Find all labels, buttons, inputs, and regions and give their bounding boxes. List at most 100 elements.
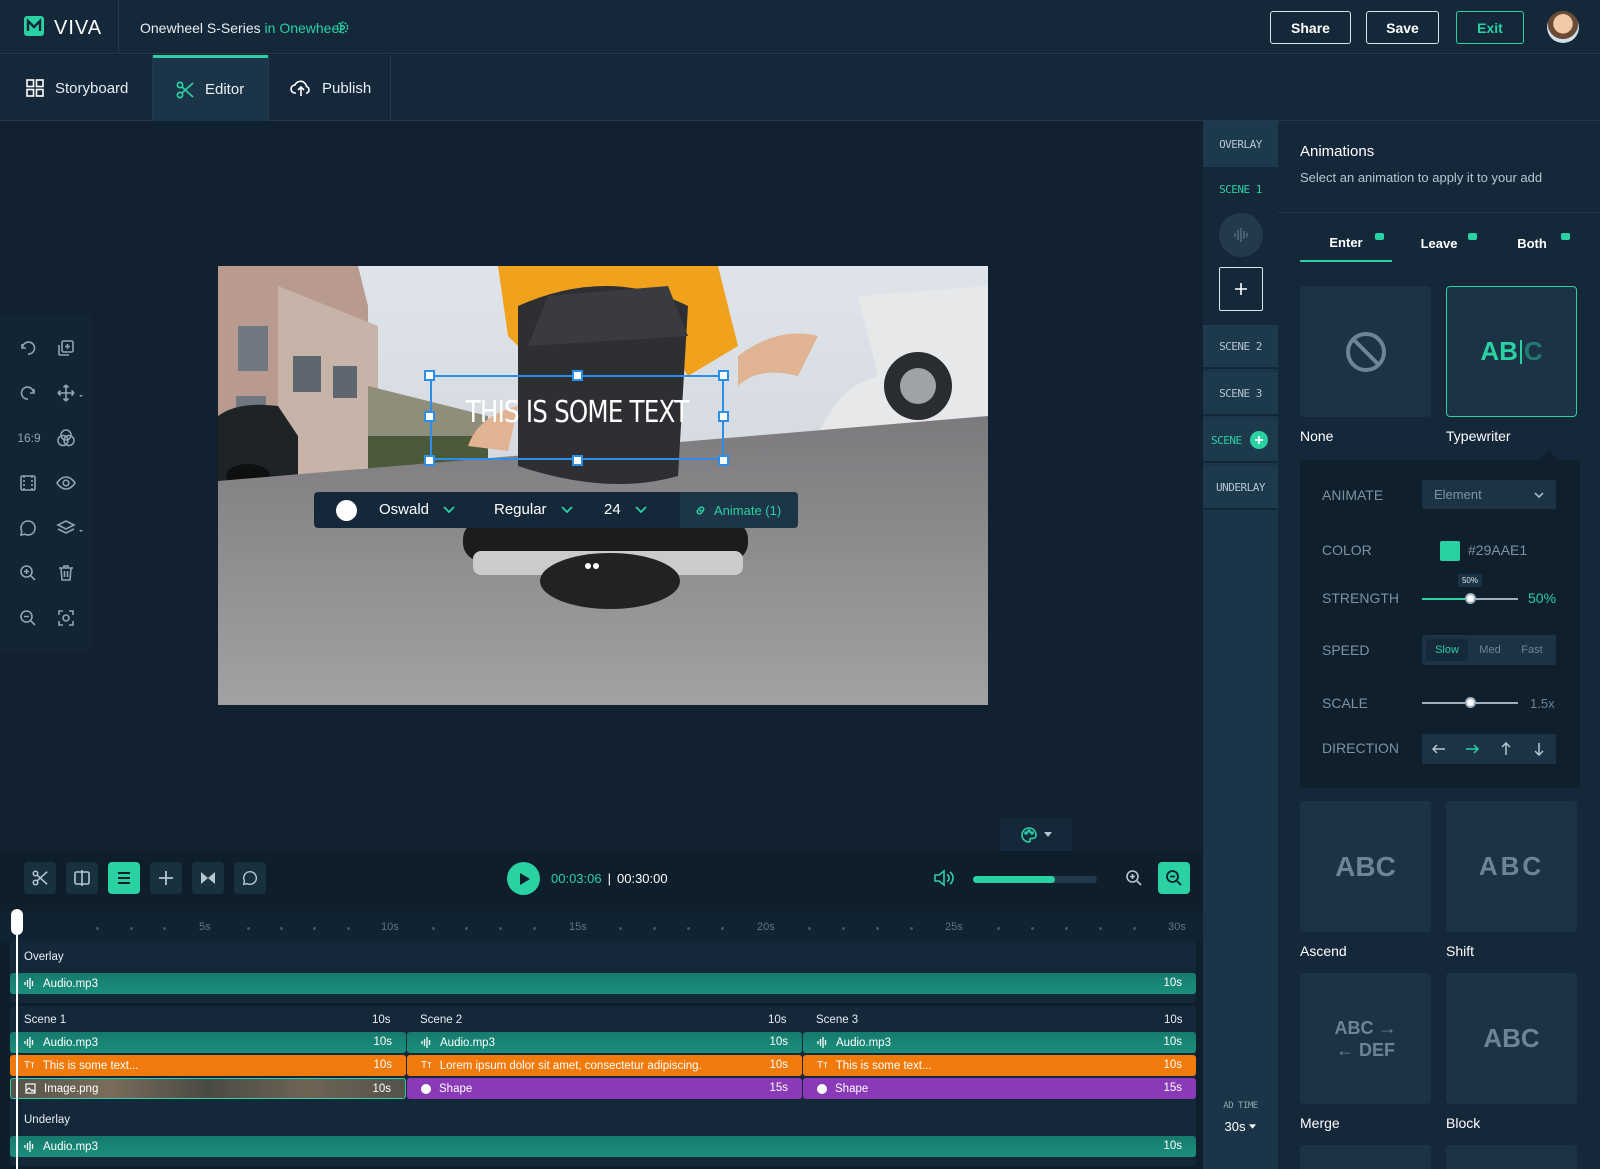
aspect-ratio-button[interactable]: 16:9 bbox=[14, 426, 44, 450]
zoom-in-icon[interactable] bbox=[16, 561, 40, 585]
scene3-tab[interactable]: SCENE 3 bbox=[1203, 372, 1278, 416]
arrow-right-icon[interactable] bbox=[1456, 734, 1490, 764]
scene1-image-clip[interactable]: Image.png 10s bbox=[10, 1078, 406, 1099]
playhead-handle[interactable] bbox=[11, 909, 23, 935]
resize-handle[interactable] bbox=[424, 370, 435, 381]
scene3-shape-clip[interactable]: Shape 15s bbox=[803, 1078, 1196, 1099]
trash-icon[interactable] bbox=[54, 561, 78, 585]
resize-handle[interactable] bbox=[572, 370, 583, 381]
scene1-text-clip[interactable]: Tт This is some text... 10s bbox=[10, 1055, 406, 1076]
project-folder-link[interactable]: Onewheel bbox=[279, 20, 342, 36]
scene3-audio-clip[interactable]: Audio.mp3 10s bbox=[803, 1032, 1196, 1053]
ad-time-select[interactable]: 30s bbox=[1203, 1119, 1278, 1134]
font-weight-select[interactable]: Regular bbox=[494, 501, 573, 518]
font-family-select[interactable]: Oswald bbox=[379, 501, 455, 518]
comment-icon[interactable] bbox=[16, 516, 40, 540]
resize-handle[interactable] bbox=[718, 370, 729, 381]
animation-card[interactable] bbox=[1446, 1145, 1577, 1169]
exit-button[interactable]: Exit bbox=[1456, 11, 1524, 44]
add-scene-tab[interactable]: SCENE bbox=[1203, 419, 1278, 463]
underlay-audio-clip[interactable]: Audio.mp3 10s bbox=[10, 1136, 1196, 1157]
scene-audio-button[interactable] bbox=[1219, 213, 1263, 257]
text-color-swatch[interactable] bbox=[336, 500, 357, 521]
zoom-out-icon[interactable] bbox=[16, 606, 40, 630]
list-view-button[interactable] bbox=[108, 862, 140, 894]
tab-editor[interactable]: Editor bbox=[153, 55, 268, 121]
arrow-down-icon[interactable] bbox=[1523, 734, 1557, 764]
scale-slider[interactable] bbox=[1422, 697, 1518, 708]
theme-palette-toggle[interactable] bbox=[1000, 818, 1072, 851]
animate-target-select[interactable]: Element bbox=[1422, 480, 1556, 509]
scene2-text-clip[interactable]: Tт Lorem ipsum dolor sit amet, consectet… bbox=[407, 1055, 802, 1076]
color-swatch[interactable] bbox=[1440, 541, 1460, 561]
animation-merge-card[interactable]: ABC → ← DEF bbox=[1300, 973, 1431, 1104]
arrow-left-icon[interactable] bbox=[1422, 734, 1456, 764]
underlay-scene-tab[interactable]: UNDERLAY bbox=[1203, 466, 1278, 510]
cut-tool-button[interactable] bbox=[24, 862, 56, 894]
resize-handle[interactable] bbox=[424, 411, 435, 422]
media-icon[interactable] bbox=[16, 471, 40, 495]
transition-button[interactable] bbox=[192, 862, 224, 894]
color-filter-icon[interactable] bbox=[54, 426, 78, 450]
strength-slider[interactable]: 50% bbox=[1422, 574, 1518, 604]
timeline-zoom-in-button[interactable] bbox=[1118, 862, 1150, 894]
focus-icon[interactable] bbox=[54, 606, 78, 630]
add-to-scene-button[interactable] bbox=[1219, 267, 1263, 311]
undo-icon[interactable] bbox=[16, 336, 40, 360]
scene2-audio-clip[interactable]: Audio.mp3 10s bbox=[407, 1032, 802, 1053]
overlay-scene-tab[interactable]: OVERLAY bbox=[1203, 121, 1278, 169]
animation-block-card[interactable]: ABC bbox=[1446, 973, 1577, 1104]
overlay-audio-clip[interactable]: Audio.mp3 10s bbox=[10, 973, 1196, 994]
volume-slider[interactable] bbox=[973, 876, 1097, 883]
scene2-shape-clip[interactable]: Shape 15s bbox=[407, 1078, 802, 1099]
volume-icon[interactable] bbox=[933, 868, 955, 888]
playhead[interactable] bbox=[16, 911, 18, 1169]
speed-fast-option[interactable]: Fast bbox=[1512, 639, 1552, 661]
play-button[interactable] bbox=[507, 862, 540, 895]
animate-button[interactable]: Animate (1) bbox=[680, 492, 798, 528]
settings-gear-icon[interactable] bbox=[335, 20, 350, 35]
animation-shift-card[interactable]: ABC bbox=[1446, 801, 1577, 932]
save-button[interactable]: Save bbox=[1366, 11, 1439, 44]
resize-handle[interactable] bbox=[718, 411, 729, 422]
speed-med-option[interactable]: Med bbox=[1470, 639, 1510, 661]
eye-icon[interactable] bbox=[54, 471, 78, 495]
strength-slider-thumb[interactable] bbox=[1465, 593, 1476, 604]
scene1-audio-clip[interactable]: Audio.mp3 10s bbox=[10, 1032, 406, 1053]
video-canvas[interactable] bbox=[218, 266, 988, 705]
animation-card[interactable] bbox=[1300, 1145, 1431, 1169]
scene2-tab[interactable]: SCENE 2 bbox=[1203, 325, 1278, 369]
timeline-zoom-out-button[interactable] bbox=[1158, 862, 1190, 894]
split-tool-button[interactable] bbox=[66, 862, 98, 894]
redo-icon[interactable] bbox=[16, 381, 40, 405]
speed-slow-option[interactable]: Slow bbox=[1426, 639, 1468, 661]
resize-handle[interactable] bbox=[424, 455, 435, 466]
animation-ascend-card[interactable]: ABC bbox=[1300, 801, 1431, 932]
duplicate-icon[interactable] bbox=[54, 336, 78, 360]
tab-enter[interactable]: Enter bbox=[1300, 225, 1392, 262]
user-avatar[interactable] bbox=[1547, 11, 1579, 43]
animation-typewriter-card[interactable]: AB C bbox=[1446, 286, 1577, 417]
canvas-text[interactable]: THIS IS SOME TEXT bbox=[456, 395, 697, 430]
time-ruler[interactable]: 5s 10s 15s 20s 25s 30s bbox=[0, 911, 1203, 941]
tab-publish[interactable]: Publish bbox=[268, 55, 393, 121]
comment-button[interactable] bbox=[234, 862, 266, 894]
share-button[interactable]: Share bbox=[1270, 11, 1351, 44]
project-name[interactable]: Onewheel S-Series bbox=[140, 20, 261, 36]
layers-icon[interactable] bbox=[54, 516, 88, 540]
tab-both[interactable]: Both bbox=[1486, 225, 1578, 262]
scene3-text-clip[interactable]: Tт This is some text... 10s bbox=[803, 1055, 1196, 1076]
resize-handle[interactable] bbox=[718, 455, 729, 466]
scene1-tab[interactable]: SCENE 1 bbox=[1203, 183, 1278, 196]
add-track-button[interactable] bbox=[150, 862, 182, 894]
animation-none-card[interactable] bbox=[1300, 286, 1431, 417]
tab-leave[interactable]: Leave bbox=[1393, 225, 1485, 262]
tab-storyboard[interactable]: Storyboard bbox=[3, 55, 150, 121]
move-icon[interactable] bbox=[54, 381, 88, 405]
scene-label: Scene 1 bbox=[24, 1014, 67, 1026]
scale-slider-thumb[interactable] bbox=[1465, 697, 1476, 708]
font-size-select[interactable]: 24 bbox=[604, 501, 647, 518]
arrow-up-icon[interactable] bbox=[1489, 734, 1523, 764]
resize-handle[interactable] bbox=[572, 455, 583, 466]
color-hex-value[interactable]: #29AAE1 bbox=[1468, 542, 1527, 558]
